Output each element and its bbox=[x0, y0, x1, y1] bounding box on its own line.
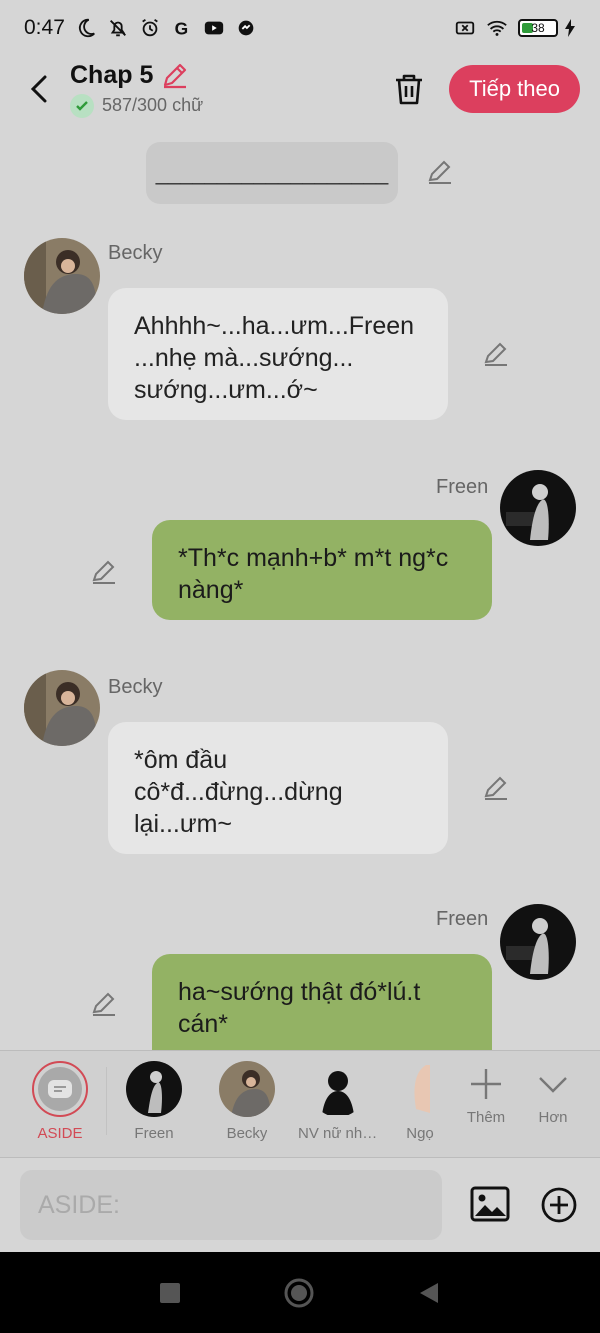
next-button[interactable]: Tiếp theo bbox=[449, 65, 580, 113]
wifi-icon bbox=[487, 20, 507, 36]
messenger-icon bbox=[238, 20, 254, 36]
home-icon[interactable] bbox=[284, 1278, 314, 1308]
edit-message-icon[interactable] bbox=[482, 340, 510, 368]
image-icon[interactable] bbox=[470, 1186, 510, 1222]
silhouette-avatar bbox=[310, 1061, 366, 1117]
google-icon: G bbox=[175, 18, 189, 38]
character-freen[interactable]: Freen bbox=[114, 1061, 194, 1142]
avatar-freen[interactable] bbox=[500, 904, 576, 980]
speaker-name: Becky bbox=[108, 242, 163, 264]
speaker-name: Becky bbox=[108, 676, 163, 698]
speaker-name: Freen bbox=[436, 476, 489, 498]
recents-icon[interactable] bbox=[160, 1282, 180, 1303]
back-button[interactable] bbox=[20, 70, 58, 108]
chevron-down-icon bbox=[539, 1077, 567, 1093]
edit-message-icon[interactable] bbox=[426, 158, 454, 186]
status-bar: 0:47 G 38 bbox=[0, 0, 600, 56]
plus-icon bbox=[471, 1069, 501, 1099]
navigation-bar bbox=[0, 1252, 600, 1333]
check-icon bbox=[70, 93, 94, 118]
svg-text:G: G bbox=[175, 18, 189, 38]
divider bbox=[106, 1067, 107, 1135]
alarm-icon bbox=[142, 18, 158, 37]
charging-icon bbox=[565, 19, 575, 37]
back-nav-icon[interactable] bbox=[418, 1281, 440, 1305]
message-icon bbox=[38, 1067, 82, 1111]
avatar-becky bbox=[219, 1061, 275, 1117]
character-label: NV nữ nhi... bbox=[298, 1125, 378, 1142]
aside-character[interactable]: ASIDE bbox=[20, 1061, 100, 1142]
aside-label: ASIDE bbox=[37, 1125, 83, 1142]
bell-off-icon bbox=[109, 20, 126, 37]
add-circle-icon[interactable] bbox=[540, 1186, 578, 1224]
youtube-icon bbox=[204, 21, 224, 35]
divider-message[interactable]: ___________________ bbox=[146, 142, 398, 204]
edit-title-icon[interactable] bbox=[161, 61, 189, 89]
message-bubble[interactable]: *Th*c mạnh+b* m*t ng*c nàng* bbox=[152, 520, 492, 620]
expand-button[interactable]: Hơn bbox=[513, 1067, 593, 1126]
word-count: 587/300 chữ bbox=[102, 95, 204, 115]
edit-message-icon[interactable] bbox=[482, 774, 510, 802]
moon-icon bbox=[78, 18, 95, 38]
clock: 0:47 bbox=[24, 16, 65, 39]
trash-icon bbox=[396, 74, 423, 105]
chat-area[interactable]: ___________________ Becky Ahhhh~...ha...… bbox=[0, 122, 600, 1050]
edit-message-icon[interactable] bbox=[90, 990, 118, 1018]
avatar-becky[interactable] bbox=[24, 670, 100, 746]
chapter-header: Chap 5 587/300 chữ Tiếp theo bbox=[0, 56, 600, 122]
avatar-ngo bbox=[400, 1061, 440, 1117]
battery-level: 38 bbox=[531, 21, 545, 35]
message-bubble[interactable]: *ôm đầu cô*đ...đừng...dừng lại...ưm~ bbox=[108, 722, 448, 854]
composer bbox=[0, 1158, 600, 1252]
chevron-left-icon bbox=[30, 75, 47, 103]
message-input[interactable] bbox=[20, 1170, 442, 1240]
delete-button[interactable] bbox=[387, 67, 431, 111]
battery-indicator: 38 bbox=[518, 18, 576, 38]
chapter-title: Chap 5 bbox=[70, 60, 154, 89]
character-label: Freen bbox=[134, 1125, 174, 1142]
avatar-becky[interactable] bbox=[24, 238, 100, 314]
speaker-name: Freen bbox=[436, 908, 489, 930]
character-label: Becky bbox=[226, 1125, 268, 1142]
character-label: Ngọ bbox=[406, 1125, 434, 1142]
character-becky[interactable]: Becky bbox=[207, 1061, 287, 1142]
message-bubble[interactable]: ha~sướng thật đó*lú.t cán* bbox=[152, 954, 492, 1050]
avatar-freen bbox=[126, 1061, 182, 1117]
avatar-freen[interactable] bbox=[500, 470, 576, 546]
edit-message-icon[interactable] bbox=[90, 558, 118, 586]
character-nv[interactable]: NV nữ nhi... bbox=[298, 1061, 378, 1142]
character-selector: ASIDE Freen Becky NV nữ nhi... Ngọ Thêm … bbox=[0, 1050, 600, 1158]
message-bubble[interactable]: Ahhhh~...ha...ưm...Freen ...nhẹ mà...sướ… bbox=[108, 288, 448, 420]
sim-off-icon bbox=[455, 21, 475, 35]
